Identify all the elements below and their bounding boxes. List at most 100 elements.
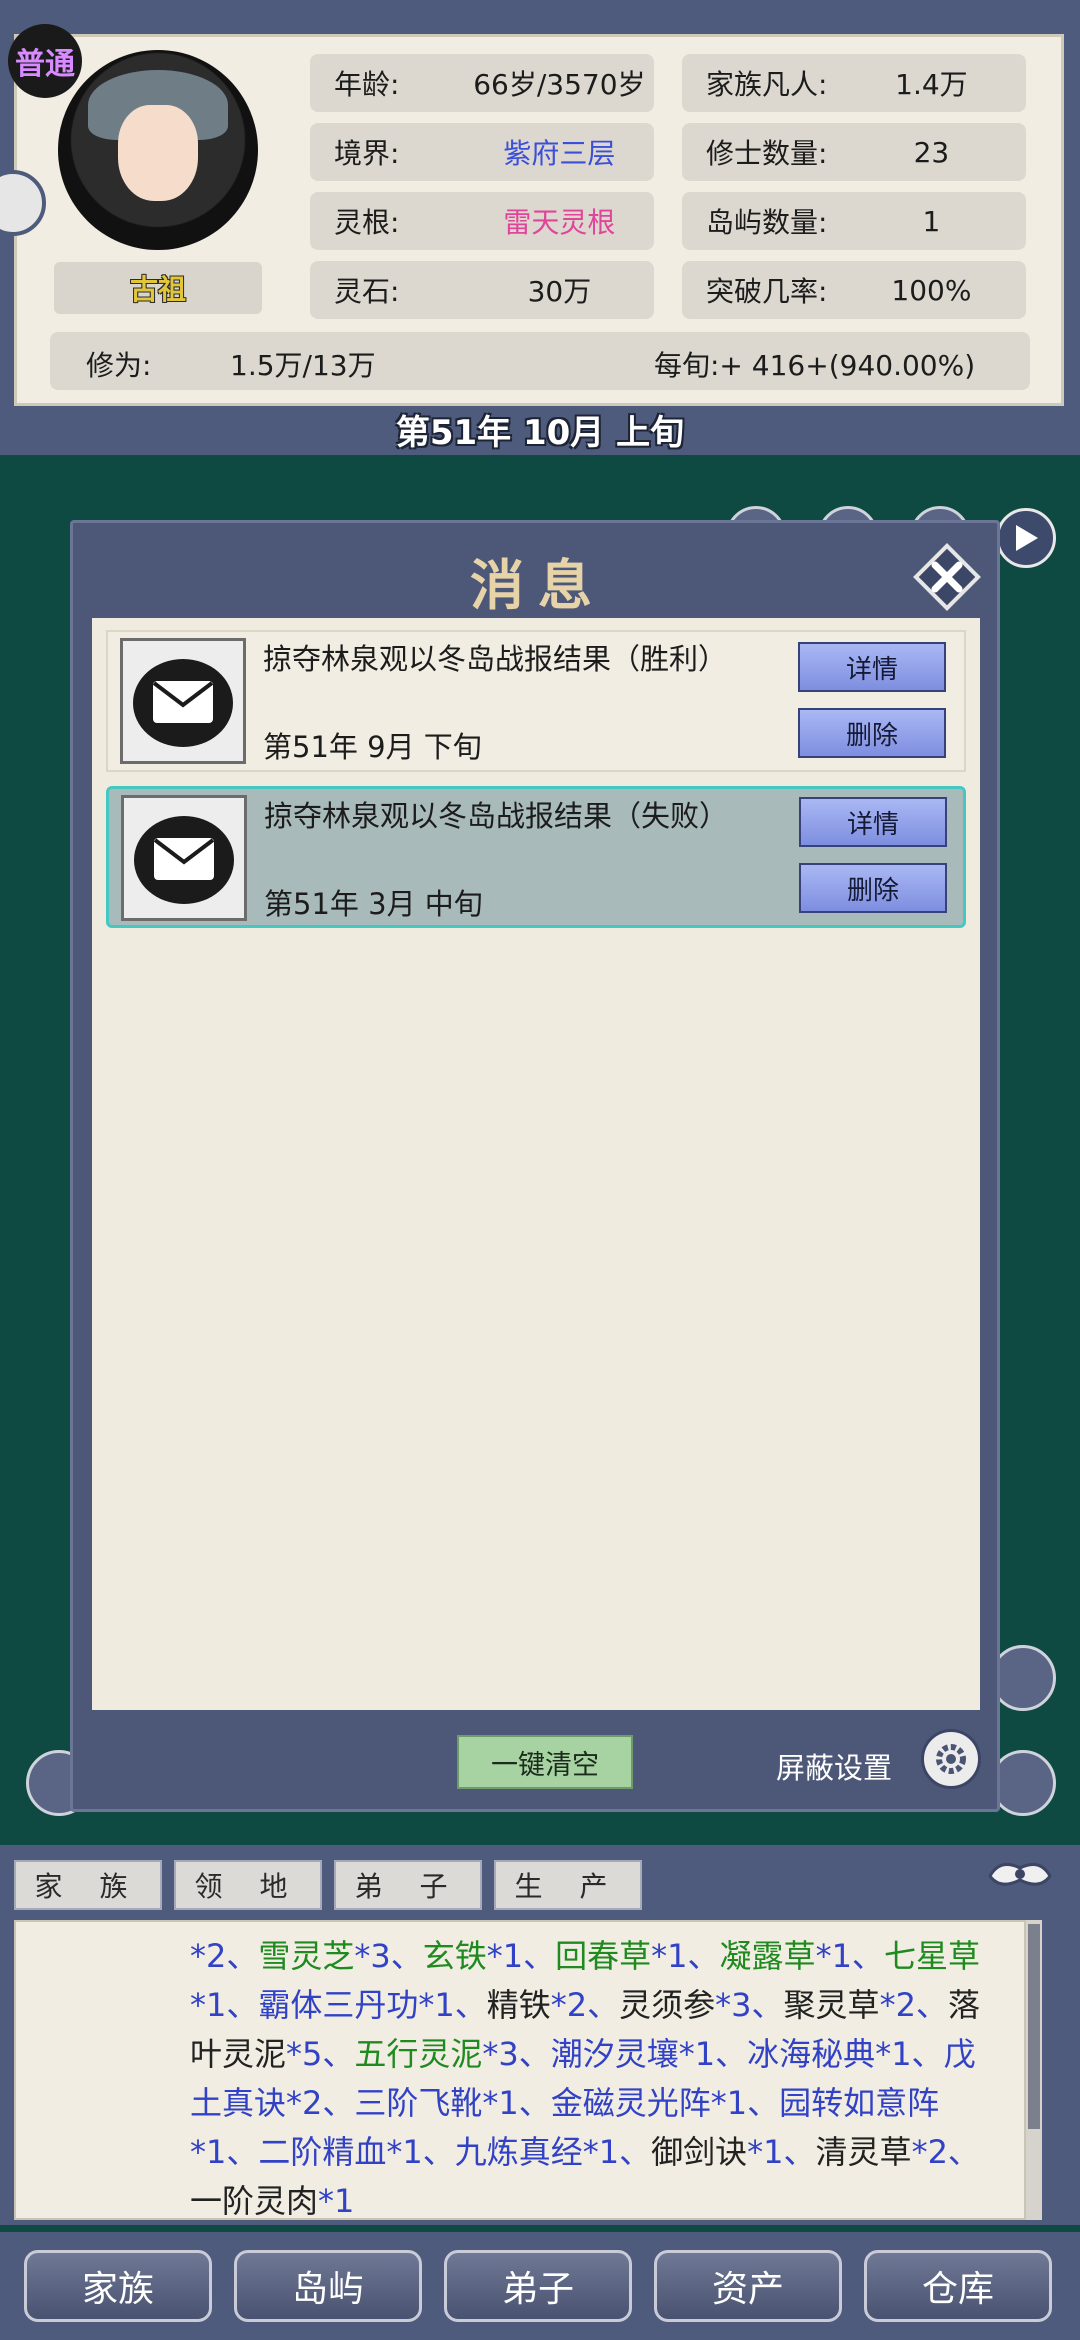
- log-segment: 二阶精血: [258, 2133, 387, 2171]
- cultivation-bar: 修为: 1.5万/13万 每旬:+ 416+(940.00%): [50, 332, 1030, 390]
- log-segment: 三阶飞靴: [354, 2084, 483, 2122]
- collapse-button[interactable]: [980, 1852, 1060, 1896]
- stat-breakthrough: 突破几率: 100%: [682, 261, 1026, 319]
- log-segment: *3、: [354, 1937, 423, 1975]
- stat-realm: 境界: 紫府三层: [310, 123, 654, 181]
- detail-button[interactable]: 详情: [798, 642, 946, 692]
- tab-production[interactable]: 生 产: [494, 1860, 642, 1910]
- log-segment: *1、: [678, 2035, 748, 2073]
- nav-assets[interactable]: 资产: [654, 2250, 842, 2322]
- play-button[interactable]: [996, 508, 1056, 568]
- message-title: 掠夺林泉观以冬岛战报结果（失败）: [264, 799, 729, 833]
- log-segment: 精铁: [486, 1986, 551, 2024]
- cultivation-value: 1.5万/13万: [230, 349, 376, 382]
- message-dialog: 消息 掠夺林泉观以冬岛战报结果（胜利） 第51年 9月 下旬 详情 删除 掠夺林…: [70, 520, 1000, 1812]
- message-date: 第51年 9月 下旬: [263, 730, 482, 764]
- stat-value: 紫府三层: [503, 137, 616, 170]
- log-segment: *1、: [651, 1937, 720, 1975]
- log-segment: 九炼真经: [454, 2133, 583, 2171]
- stat-value: 雷天灵根: [503, 206, 616, 239]
- stat-value: 1.4万: [895, 68, 968, 101]
- avatar-face: [118, 105, 198, 201]
- close-icon: [913, 543, 981, 611]
- stat-key: 灵石:: [334, 275, 400, 308]
- log-segment: 潮汐灵壤: [550, 2035, 679, 2073]
- message-title: 掠夺林泉观以冬岛战报结果（胜利）: [263, 642, 728, 676]
- stat-age: 年龄: 66岁/3570岁: [310, 54, 654, 112]
- character-title[interactable]: 古祖: [54, 262, 262, 314]
- log-segment: 御剑诀: [651, 2133, 748, 2171]
- log-segment: 灵须参: [619, 1986, 716, 2024]
- log-segment: *1: [318, 2182, 355, 2220]
- stat-value: 1: [922, 204, 941, 238]
- log-segment: *3、: [715, 1986, 784, 2024]
- log-segment: 聚灵草: [783, 1986, 880, 2024]
- message-item[interactable]: 掠夺林泉观以冬岛战报结果（胜利） 第51年 9月 下旬 详情 删除: [106, 630, 966, 772]
- ornament-icon: [988, 1862, 1052, 1886]
- delete-button[interactable]: 删除: [799, 863, 947, 913]
- stat-value: 30万: [527, 275, 592, 308]
- delete-button[interactable]: 删除: [798, 708, 946, 758]
- stat-spirit-stones: 灵石: 30万: [310, 261, 654, 319]
- log-segment: 玄铁: [422, 1937, 487, 1975]
- log-segment: 凝露草: [719, 1937, 816, 1975]
- envelope-icon: [121, 795, 247, 921]
- tab-family[interactable]: 家 族: [14, 1860, 162, 1910]
- clear-all-button[interactable]: 一键清空: [457, 1735, 633, 1789]
- tab-territory[interactable]: 领 地: [174, 1860, 322, 1910]
- stat-key: 岛屿数量:: [706, 206, 828, 239]
- log-segment: 五行灵泥: [354, 2035, 483, 2073]
- stat-key: 境界:: [334, 137, 400, 170]
- log-segment: 金磁灵光阵: [550, 2084, 711, 2122]
- cultivation-label: 修为:: [86, 349, 152, 382]
- stat-islands: 岛屿数量: 1: [682, 192, 1026, 250]
- stat-mortals: 家族凡人: 1.4万: [682, 54, 1026, 112]
- stat-key: 突破几率:: [706, 275, 828, 308]
- gear-icon: [936, 1744, 966, 1774]
- log-segment: *2、: [911, 2133, 980, 2171]
- nav-disciples[interactable]: 弟子: [444, 2250, 632, 2322]
- log-segment: 七星草: [883, 1937, 980, 1975]
- log-segment: 清灵草: [815, 2133, 912, 2171]
- log-segment: *5、: [286, 2035, 355, 2073]
- log-scrollbar-thumb[interactable]: [1028, 1924, 1040, 2129]
- log-segment: 雪灵芝: [258, 1937, 355, 1975]
- play-icon: [1016, 525, 1038, 551]
- stat-key: 灵根:: [334, 206, 400, 239]
- log-segment: *1、: [486, 1937, 556, 1975]
- message-item-selected[interactable]: 掠夺林泉观以冬岛战报结果（失败） 第51年 3月 中旬 详情 删除: [106, 786, 966, 928]
- log-segment: *1、: [386, 2133, 455, 2171]
- log-segment: *2、: [879, 1986, 948, 2024]
- per-period-gain: 每旬:+ 416+(940.00%): [654, 349, 976, 382]
- log-segment: *1、: [190, 1986, 259, 2024]
- log-segment: *1、: [582, 2133, 652, 2171]
- nav-islands[interactable]: 岛屿: [234, 2250, 422, 2322]
- log-segment: *1、: [710, 2084, 780, 2122]
- stat-key: 家族凡人:: [706, 68, 828, 101]
- tab-disciples[interactable]: 弟 子: [334, 1860, 482, 1910]
- log-segment: *1、: [815, 1937, 884, 1975]
- shield-settings-label[interactable]: 屏蔽设置: [776, 1745, 892, 1787]
- stat-key: 修士数量:: [706, 137, 828, 170]
- log-segment: 冰海秘典: [747, 2035, 876, 2073]
- detail-button[interactable]: 详情: [799, 797, 947, 847]
- shield-settings-button[interactable]: [921, 1729, 981, 1789]
- log-segment: 园转如意阵: [779, 2084, 940, 2122]
- log-segment: 一阶灵肉: [190, 2182, 319, 2220]
- message-list: 掠夺林泉观以冬岛战报结果（胜利） 第51年 9月 下旬 详情 删除 掠夺林泉观以…: [92, 618, 980, 1710]
- close-button[interactable]: [907, 537, 987, 617]
- nav-warehouse[interactable]: 仓库: [864, 2250, 1052, 2322]
- dialog-title: 消息: [470, 553, 606, 617]
- message-date: 第51年 3月 中旬: [264, 887, 483, 921]
- log-segment: *2、: [550, 1986, 620, 2024]
- log-segment: *2、: [286, 2084, 355, 2122]
- stat-key: 年龄:: [334, 68, 400, 101]
- game-date: 第51年 10月 上旬: [395, 413, 685, 453]
- log-segment: *2、: [190, 1937, 259, 1975]
- log-segment: 霸体三丹功: [258, 1986, 419, 2024]
- stat-value: 66岁/3570岁: [473, 68, 646, 101]
- rank-badge: 普通: [8, 24, 82, 98]
- log-segment: *1、: [418, 1986, 487, 2024]
- nav-family[interactable]: 家族: [24, 2250, 212, 2322]
- log-segment: *1、: [875, 2035, 944, 2073]
